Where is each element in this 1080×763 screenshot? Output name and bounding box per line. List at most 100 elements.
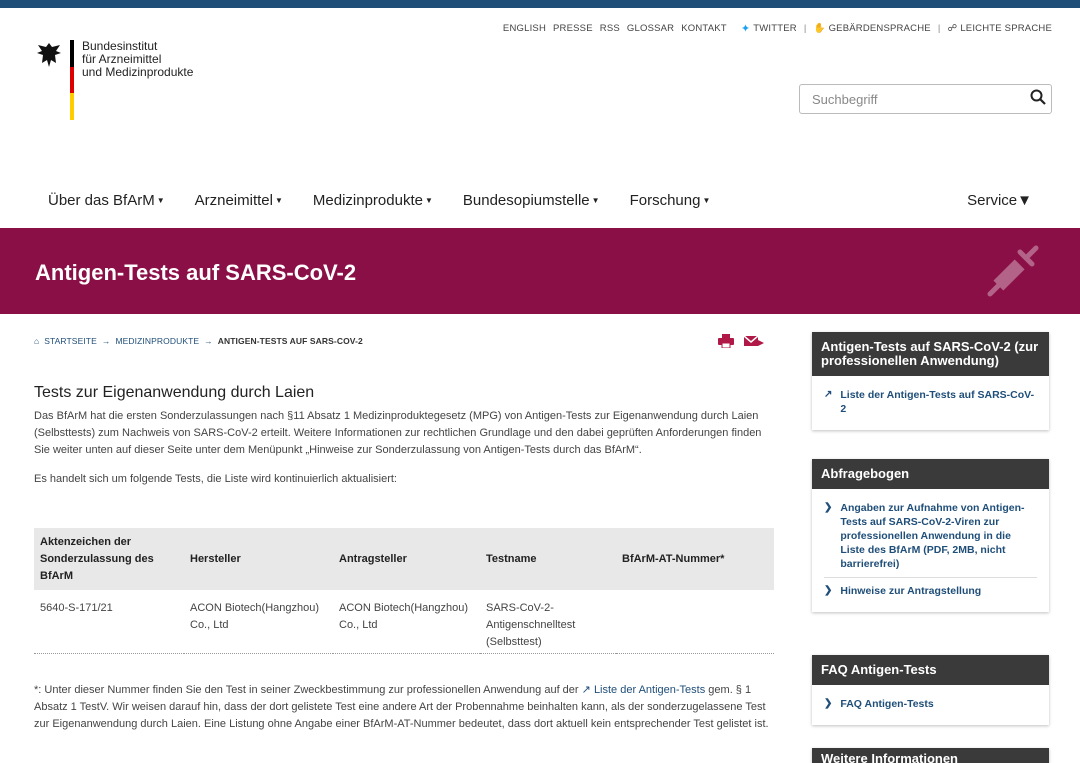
nav-label: Service xyxy=(967,192,1018,209)
intro-paragraph: Das BfArM hat die ersten Sonderzulassung… xyxy=(34,410,762,456)
link-english[interactable]: ENGLISH xyxy=(503,23,546,34)
sidebar-box-faq: FAQ Antigen-Tests ❯ FAQ Antigen-Tests xyxy=(812,655,1049,725)
nav-medizinprodukte[interactable]: Medizinprodukte ▼ xyxy=(313,192,433,209)
column-header: Testname xyxy=(486,553,537,565)
nav-label: Medizinprodukte xyxy=(312,192,423,209)
search-icon[interactable] xyxy=(1025,89,1051,110)
logo-line-3: und Medizinprodukte xyxy=(82,65,194,79)
mail-share-icon[interactable] xyxy=(743,334,764,352)
column-header: Hersteller xyxy=(190,553,241,565)
sidebar-box-antigen-tests: Antigen-Tests auf SARS-CoV-2 (zur profes… xyxy=(812,332,1049,430)
logo-text: Bundesinstitut für Arzneimittel und Medi… xyxy=(82,40,193,120)
book-icon: ☍ xyxy=(947,23,958,34)
column-header: Antragsteller xyxy=(339,553,407,565)
search-input[interactable] xyxy=(800,86,1025,112)
table-cell: ACON Biotech(Hangzhou) Co., Ltd xyxy=(333,590,480,654)
breadcrumb: ⌂ STARTSEITE → MEDIZINPRODUKTE → ANTIGEN… xyxy=(34,336,368,346)
tests-table: Aktenzeichen der Sonderzulassung des BfA… xyxy=(34,528,774,654)
arrow-right-icon: → xyxy=(101,336,111,346)
sidebar-box-weitere: Weitere Informationen xyxy=(812,748,1049,763)
nav-ueber-bfarm[interactable]: Über das BfArM ▼ xyxy=(48,192,165,209)
nav-label: Forschung xyxy=(629,192,701,209)
footnote-link-label: Liste der Antigen-Tests xyxy=(593,684,706,696)
footnote: *: Unter dieser Nummer finden Sie den Te… xyxy=(34,682,774,733)
sidebar-link[interactable]: ❯ Angaben zur Aufnahme von Antigen-Tests … xyxy=(824,495,1037,577)
leichte-label: LEICHTE SPRACHE xyxy=(960,23,1052,34)
list-note: Es handelt sich um folgende Tests, die L… xyxy=(34,473,397,485)
sidebar-link[interactable]: ❯ FAQ Antigen-Tests xyxy=(824,691,1037,717)
sidebar-link[interactable]: ↗ Liste der Antigen-Tests auf SARS-CoV-2 xyxy=(824,382,1037,422)
external-link-arrow-icon: ↗ xyxy=(581,684,591,696)
chevron-right-icon: ❯ xyxy=(824,502,833,513)
sidebar-link[interactable]: ❯ Hinweise zur Antragstellung xyxy=(824,577,1037,604)
sidebar-link-label: FAQ Antigen-Tests xyxy=(840,698,934,710)
column-header: Aktenzeichen der Sonderzulassung des BfA… xyxy=(40,536,154,582)
sidebar-box-abfragebogen: Abfragebogen ❯ Angaben zur Aufnahme von A… xyxy=(812,459,1049,612)
caret-down-icon: ▼ xyxy=(702,196,711,205)
caret-down-icon: ▼ xyxy=(274,196,283,205)
flag-stripe xyxy=(70,40,74,121)
nav-label: Über das BfArM xyxy=(48,192,155,209)
breadcrumb-home[interactable]: STARTSEITE xyxy=(44,336,97,346)
caret-down-icon: ▼ xyxy=(424,196,433,205)
syringe-icon xyxy=(987,245,1039,297)
chevron-right-icon: ❯ xyxy=(824,698,833,709)
breadcrumb-section[interactable]: MEDIZINPRODUKTE xyxy=(115,336,199,346)
eagle-icon xyxy=(34,40,66,70)
link-gebaerdensprache[interactable]: ✋ GEBÄRDENSPRACHE xyxy=(814,23,931,34)
link-presse[interactable]: PRESSE xyxy=(553,23,593,34)
sidebar-box-title: Abfragebogen xyxy=(812,459,1049,489)
nav-arzneimittel[interactable]: Arzneimittel ▼ xyxy=(195,192,283,209)
twitter-label: TWITTER xyxy=(753,23,797,34)
gebaerden-label: GEBÄRDENSPRACHE xyxy=(828,23,931,34)
nav-service[interactable]: Service ▼ xyxy=(967,192,1032,209)
table-cell: 5640-S-171/21 xyxy=(34,590,184,654)
main-navigation: Über das BfArM ▼ Arzneimittel ▼ Medizinpro… xyxy=(48,192,1032,209)
nav-bundesopiumstelle[interactable]: Bundesopiumstelle ▼ xyxy=(463,192,600,209)
arrow-right-icon: → xyxy=(204,336,213,346)
top-links: ENGLISH PRESSE RSS GLOSSAR KONTAKT ✦ TWIT… xyxy=(496,22,1052,35)
caret-down-icon: ▼ xyxy=(156,196,165,205)
nav-forschung[interactable]: Forschung ▼ xyxy=(630,192,711,209)
sidebar-link-label: Hinweise zur Antragstellung xyxy=(840,585,982,597)
top-color-bar xyxy=(0,0,1080,8)
table-cell: ACON Biotech(Hangzhou) Co., Ltd xyxy=(184,590,333,654)
table-cell: SARS-CoV-2-Antigenschnelltest (Selbsttes… xyxy=(480,590,616,654)
chevron-right-icon: ❯ xyxy=(824,585,833,596)
table-header-row: Aktenzeichen der Sonderzulassung des BfA… xyxy=(34,528,774,590)
sidebar-box-title: Antigen-Tests auf SARS-CoV-2 (zur profes… xyxy=(812,332,1049,376)
page-title: Antigen-Tests auf SARS-CoV-2 xyxy=(35,260,357,285)
divider: | xyxy=(803,23,807,34)
caret-down-icon: ▼ xyxy=(1017,192,1032,209)
nav-label: Bundesopiumstelle xyxy=(462,192,590,209)
sidebar-box-title: Weitere Informationen xyxy=(812,748,1049,763)
footnote-link[interactable]: ↗ Liste der Antigen-Tests xyxy=(582,684,706,696)
link-rss[interactable]: RSS xyxy=(600,23,620,34)
table-row: 5640-S-171/21 ACON Biotech(Hangzhou) Co.… xyxy=(34,590,774,654)
column-header: BfArM-AT-Nummer* xyxy=(622,553,725,565)
external-link-arrow-icon: ↗ xyxy=(824,389,833,400)
link-leichte-sprache[interactable]: ☍ LEICHTE SPRACHE xyxy=(947,23,1052,34)
print-icon[interactable] xyxy=(718,334,734,352)
home-icon: ⌂ xyxy=(34,336,40,346)
link-twitter[interactable]: ✦ TWITTER xyxy=(741,22,797,35)
link-kontakt[interactable]: KONTAKT xyxy=(681,23,727,34)
section-heading: Tests zur Eigenanwendung durch Laien xyxy=(34,384,315,401)
search-box xyxy=(799,84,1052,114)
nav-label: Arzneimittel xyxy=(194,192,273,209)
page-banner: Antigen-Tests auf SARS-CoV-2 xyxy=(0,228,1080,314)
footnote-text-before: *: Unter dieser Nummer finden Sie den Te… xyxy=(34,684,579,696)
sidebar-link-label: Liste der Antigen-Tests auf SARS-CoV-2 xyxy=(840,389,1035,415)
link-glossar[interactable]: GLOSSAR xyxy=(627,23,674,34)
main-content: Tests zur Eigenanwendung durch Laien Das… xyxy=(34,384,774,488)
sidebar-box-title: FAQ Antigen-Tests xyxy=(812,655,1049,685)
breadcrumb-current: ANTIGEN-TESTS AUF SARS-COV-2 xyxy=(217,336,363,346)
table-cell xyxy=(616,590,774,654)
page-tools xyxy=(718,334,774,352)
caret-down-icon: ▼ xyxy=(591,196,600,205)
hand-icon: ✋ xyxy=(813,23,826,34)
bfarm-logo[interactable]: Bundesinstitut für Arzneimittel und Medi… xyxy=(34,40,193,121)
divider: | xyxy=(937,23,941,34)
sidebar-link-label: Angaben zur Aufnahme von Antigen-Tests a… xyxy=(840,502,1025,570)
twitter-icon: ✦ xyxy=(740,23,751,35)
